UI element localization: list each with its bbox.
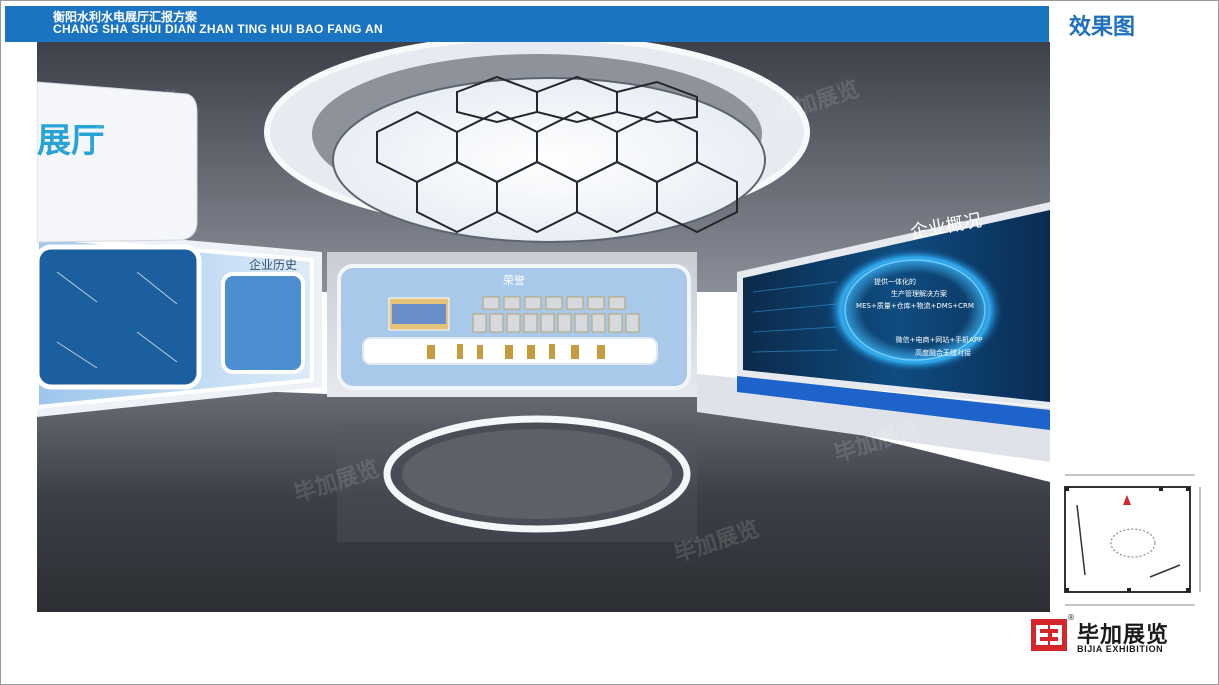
- screen-line-5: 高度融合无缝对接: [915, 348, 971, 357]
- slide: 衡阳水利水电展厅汇报方案 CHANG SHA SHUI DIAN ZHAN TI…: [0, 0, 1219, 685]
- logo-name-en: BIJIA EXHIBITION: [1077, 644, 1164, 654]
- rendering-label: 效果图: [1069, 15, 1136, 40]
- company-logo: ® 毕加展览 BIJIA EXHIBITION: [1031, 613, 1191, 657]
- honor-title: 荣誉: [503, 273, 525, 287]
- history-title: 企业历史: [249, 257, 297, 272]
- screen-line-2: 生产管理解决方案: [891, 289, 947, 298]
- screen-line-3: MES+质量+仓库+物流+DMS+CRM: [856, 301, 974, 310]
- registered-mark: ®: [1067, 613, 1075, 622]
- floor-plan-thumbnail: [1055, 465, 1205, 615]
- screen-line-1: 提供一体化的: [874, 277, 916, 286]
- screen-line-4: 微信+电商+网站+手机APP: [896, 335, 983, 344]
- page-title-pinyin: CHANG SHA SHUI DIAN ZHAN TING HUI BAO FA…: [53, 22, 383, 36]
- exhibition-rendering: 荣誉 企业历史 展厅 企业概况 提供一体化的 生产管理解决方案 MES+质量+仓…: [37, 42, 1050, 612]
